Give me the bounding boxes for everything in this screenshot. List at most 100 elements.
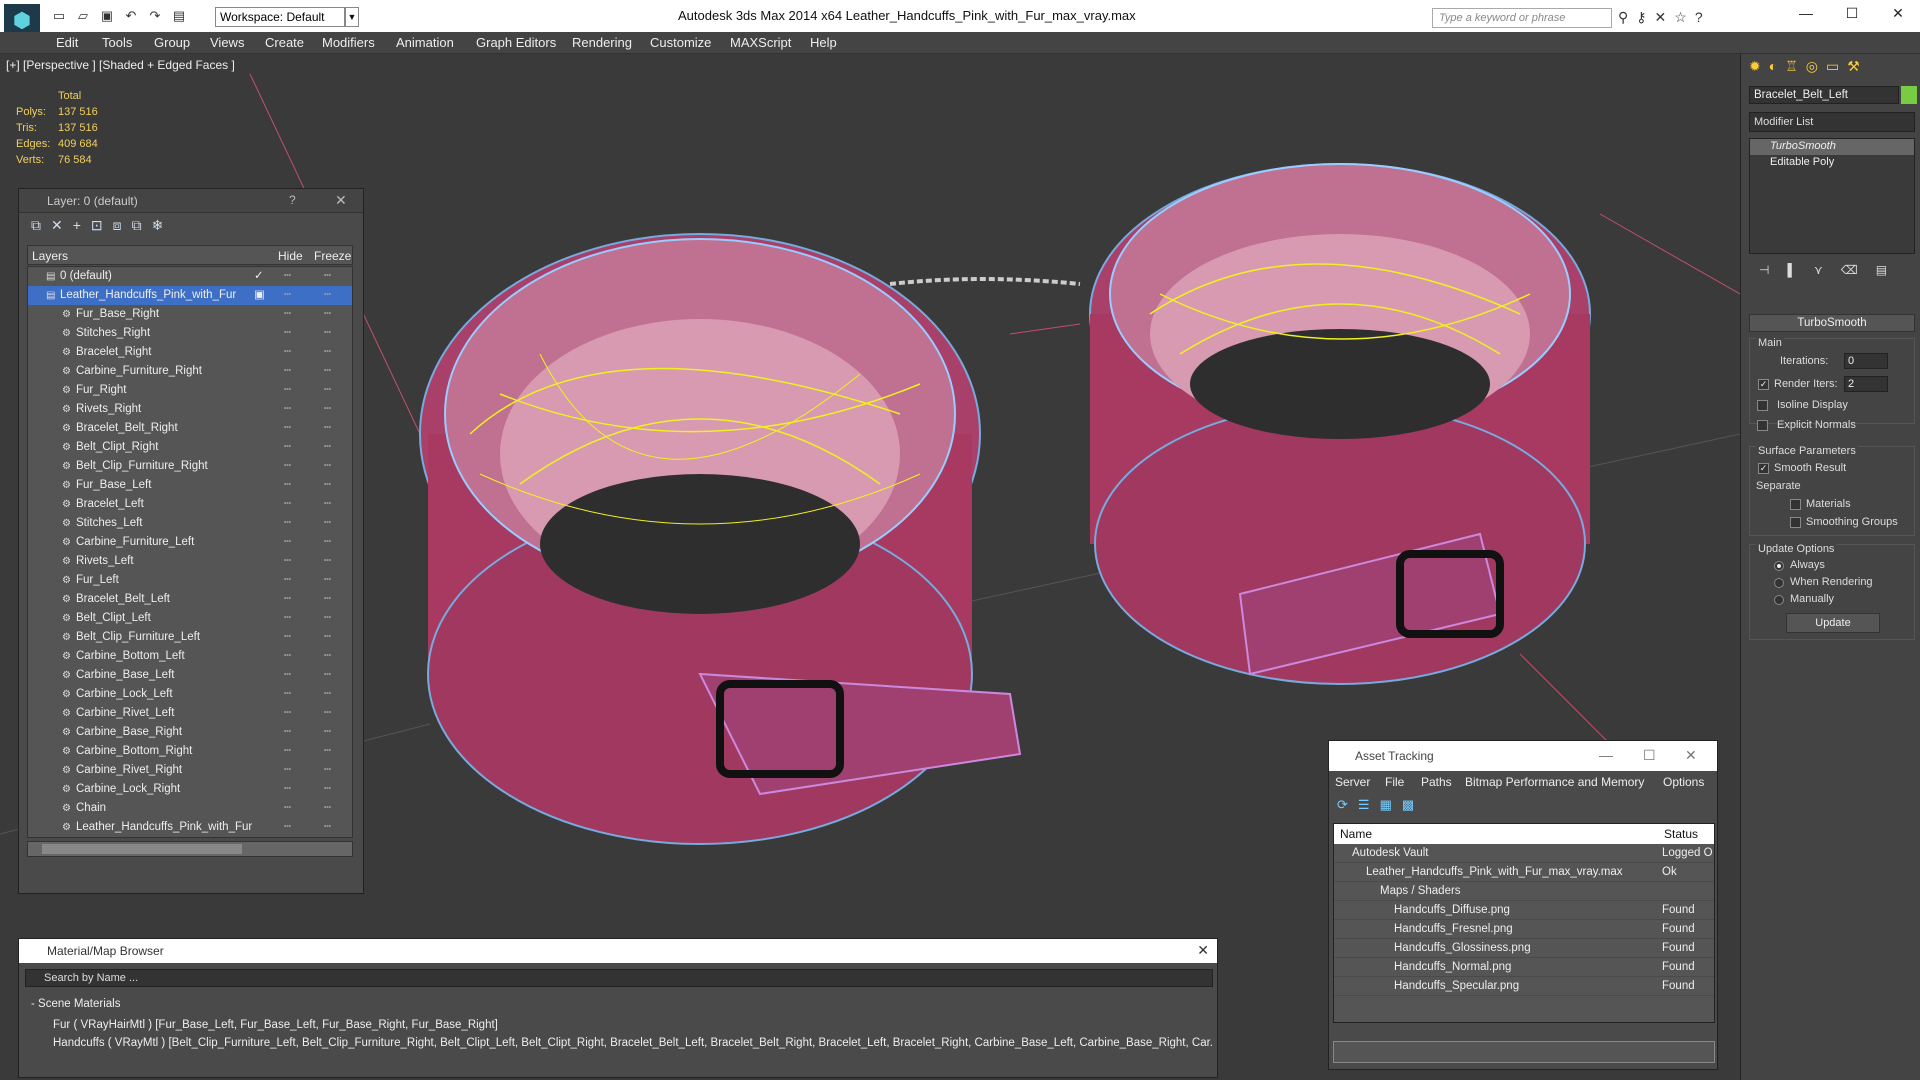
show-end-result-icon[interactable]: ▌ [1787,263,1796,279]
material-row-handcuffs[interactable]: Handcuffs ( VRayMtl ) [Belt_Clip_Furnitu… [33,1035,1213,1053]
add-to-layer-icon[interactable]: + [73,217,81,235]
asset-row[interactable]: Autodesk Vault Logged O [1334,844,1714,863]
modifier-list-dropdown[interactable]: Modifier List [1749,112,1915,132]
turbosmooth-rollout-header[interactable]: TurboSmooth [1749,314,1915,332]
freeze-toggle[interactable]: ┅ [324,457,331,476]
freeze-toggle[interactable]: ┅ [324,400,331,419]
freeze-toggle[interactable]: ┅ [324,286,331,305]
always-radio[interactable] [1774,561,1784,571]
layer-object-row[interactable]: ⚙ Leather_Handcuffs_Pink_with_Fur ┅ ┅ [28,818,352,837]
layer-object-row[interactable]: ⚙ Chain ┅ ┅ [28,799,352,818]
hide-toggle[interactable]: ┅ [284,305,291,324]
thumbnail-view-icon[interactable]: ▦ [1380,797,1392,815]
menu-customize[interactable]: Customize [650,35,711,50]
project-folder-icon[interactable]: ▤ [170,8,188,24]
workspace-dropdown[interactable]: Workspace: Default [215,7,345,27]
menu-edit[interactable]: Edit [56,35,78,50]
scene-materials-group[interactable]: - Scene Materials [25,995,1213,1015]
make-unique-icon[interactable]: ⋎ [1814,263,1823,279]
object-color-swatch[interactable] [1901,86,1917,104]
utilities-tab-icon[interactable]: ⚒ [1847,58,1860,76]
freeze-toggle[interactable]: ┅ [324,438,331,457]
layer-object-row[interactable]: ⚙ Carbine_Furniture_Right ┅ ┅ [28,362,352,381]
asset-menu-server[interactable]: Server [1335,775,1370,789]
hide-toggle[interactable]: ┅ [284,742,291,761]
layer-object-row[interactable]: ⚙ Stitches_Left ┅ ┅ [28,514,352,533]
hide-toggle[interactable]: ┅ [284,780,291,799]
hide-toggle[interactable]: ┅ [284,609,291,628]
iterations-spinner[interactable]: 0 [1844,353,1888,369]
freeze-toggle[interactable]: ┅ [324,818,331,837]
hide-toggle[interactable]: ┅ [284,438,291,457]
freeze-toggle[interactable]: ┅ [324,761,331,780]
layer-object-row[interactable]: ⚙ Belt_Clip_Furniture_Right ┅ ┅ [28,457,352,476]
layer-object-row[interactable]: ⚙ Carbine_Rivet_Right ┅ ┅ [28,761,352,780]
layer-manager-titlebar[interactable]: Layer: 0 (default) ? ✕ [19,189,363,213]
highlight-layer-icon[interactable]: ⧈ [113,217,122,235]
layer-object-row[interactable]: ⚙ Stitches_Right ┅ ┅ [28,324,352,343]
layer-object-row[interactable]: ⚙ Belt_Clipt_Left ┅ ┅ [28,609,352,628]
create-layer-icon[interactable]: ⧉ [31,217,41,235]
hide-toggle[interactable]: ┅ [284,267,291,286]
freeze-toggle[interactable]: ┅ [324,476,331,495]
create-tab-icon[interactable]: ✹ [1749,58,1761,76]
freeze-toggle[interactable]: ┅ [324,305,331,324]
remove-modifier-icon[interactable]: ⌫ [1841,263,1858,279]
hide-toggle[interactable]: ┅ [284,419,291,438]
explicit-normals-checkbox[interactable] [1757,420,1768,431]
asset-menu-options[interactable]: Options [1663,775,1704,789]
save-icon[interactable]: ▣ [98,8,116,24]
layer-object-row[interactable]: ⚙ Carbine_Bottom_Right ┅ ┅ [28,742,352,761]
asset-menu-file[interactable]: File [1385,775,1404,789]
material-browser-titlebar[interactable]: Material/Map Browser ✕ [19,939,1217,963]
scrollbar-thumb[interactable] [42,844,242,854]
menu-help[interactable]: Help [810,35,837,50]
hide-toggle[interactable]: ┅ [284,590,291,609]
asset-row[interactable]: Handcuffs_Glossiness.png Found [1334,939,1714,958]
render-iters-checkbox[interactable]: ✓ [1758,379,1769,390]
hide-toggle[interactable]: ┅ [284,400,291,419]
hide-toggle[interactable]: ┅ [284,685,291,704]
maximize-icon[interactable]: ☐ [1842,5,1862,22]
layer-object-row[interactable]: ⚙ Carbine_Bottom_Left ┅ ┅ [28,647,352,666]
hide-toggle[interactable]: ┅ [284,381,291,400]
freeze-toggle[interactable]: ┅ [324,419,331,438]
menu-tools[interactable]: Tools [102,35,132,50]
materials-checkbox[interactable] [1790,499,1801,510]
open-file-icon[interactable]: ▱ [74,8,92,24]
freeze-toggle[interactable]: ┅ [324,704,331,723]
close-icon[interactable]: ✕ [1888,5,1908,22]
hide-toggle[interactable]: ┅ [284,362,291,381]
layer-horizontal-scrollbar[interactable] [27,841,353,857]
layer-object-row[interactable]: ⚙ Belt_Clip_Furniture_Left ┅ ┅ [28,628,352,647]
layer-object-row[interactable]: ⚙ Carbine_Base_Right ┅ ┅ [28,723,352,742]
list-view-icon[interactable]: ☰ [1358,797,1370,815]
display-tab-icon[interactable]: ▭ [1826,58,1839,76]
menu-animation[interactable]: Animation [396,35,454,50]
layer-object-row[interactable]: ⚙ Bracelet_Belt_Left ┅ ┅ [28,590,352,609]
asset-row[interactable]: Maps / Shaders [1334,882,1714,901]
freeze-toggle[interactable]: ┅ [324,799,331,818]
column-status[interactable]: Status [1664,827,1698,841]
render-iters-spinner[interactable]: 2 [1844,376,1888,392]
when-rendering-radio[interactable] [1774,578,1784,588]
isoline-checkbox[interactable] [1757,400,1768,411]
asset-menu-paths[interactable]: Paths [1421,775,1452,789]
layer-object-row[interactable]: ⚙ Carbine_Lock_Left ┅ ┅ [28,685,352,704]
layer-object-row[interactable]: ⚙ Bracelet_Right ┅ ┅ [28,343,352,362]
exchange-icon[interactable]: ✕ [1655,9,1667,26]
layer-object-row[interactable]: ⚙ Carbine_Rivet_Left ┅ ┅ [28,704,352,723]
layer-object-row[interactable]: ⚙ Bracelet_Belt_Right ┅ ┅ [28,419,352,438]
freeze-toggle[interactable]: ┅ [324,609,331,628]
menu-maxscript[interactable]: MAXScript [730,35,791,50]
help-icon[interactable]: ? [289,193,296,207]
freeze-toggle[interactable]: ┅ [324,590,331,609]
hierarchy-tab-icon[interactable]: ♖ [1785,58,1798,76]
freeze-all-icon[interactable]: ❄ [152,217,164,235]
new-file-icon[interactable]: ▭ [50,8,68,24]
select-objects-icon[interactable]: ⊡ [91,217,103,235]
hide-toggle[interactable]: ┅ [284,552,291,571]
freeze-toggle[interactable]: ┅ [324,685,331,704]
asset-menu-bitmap-performance[interactable]: Bitmap Performance and Memory [1465,775,1644,789]
column-hide[interactable]: Hide [278,249,303,263]
